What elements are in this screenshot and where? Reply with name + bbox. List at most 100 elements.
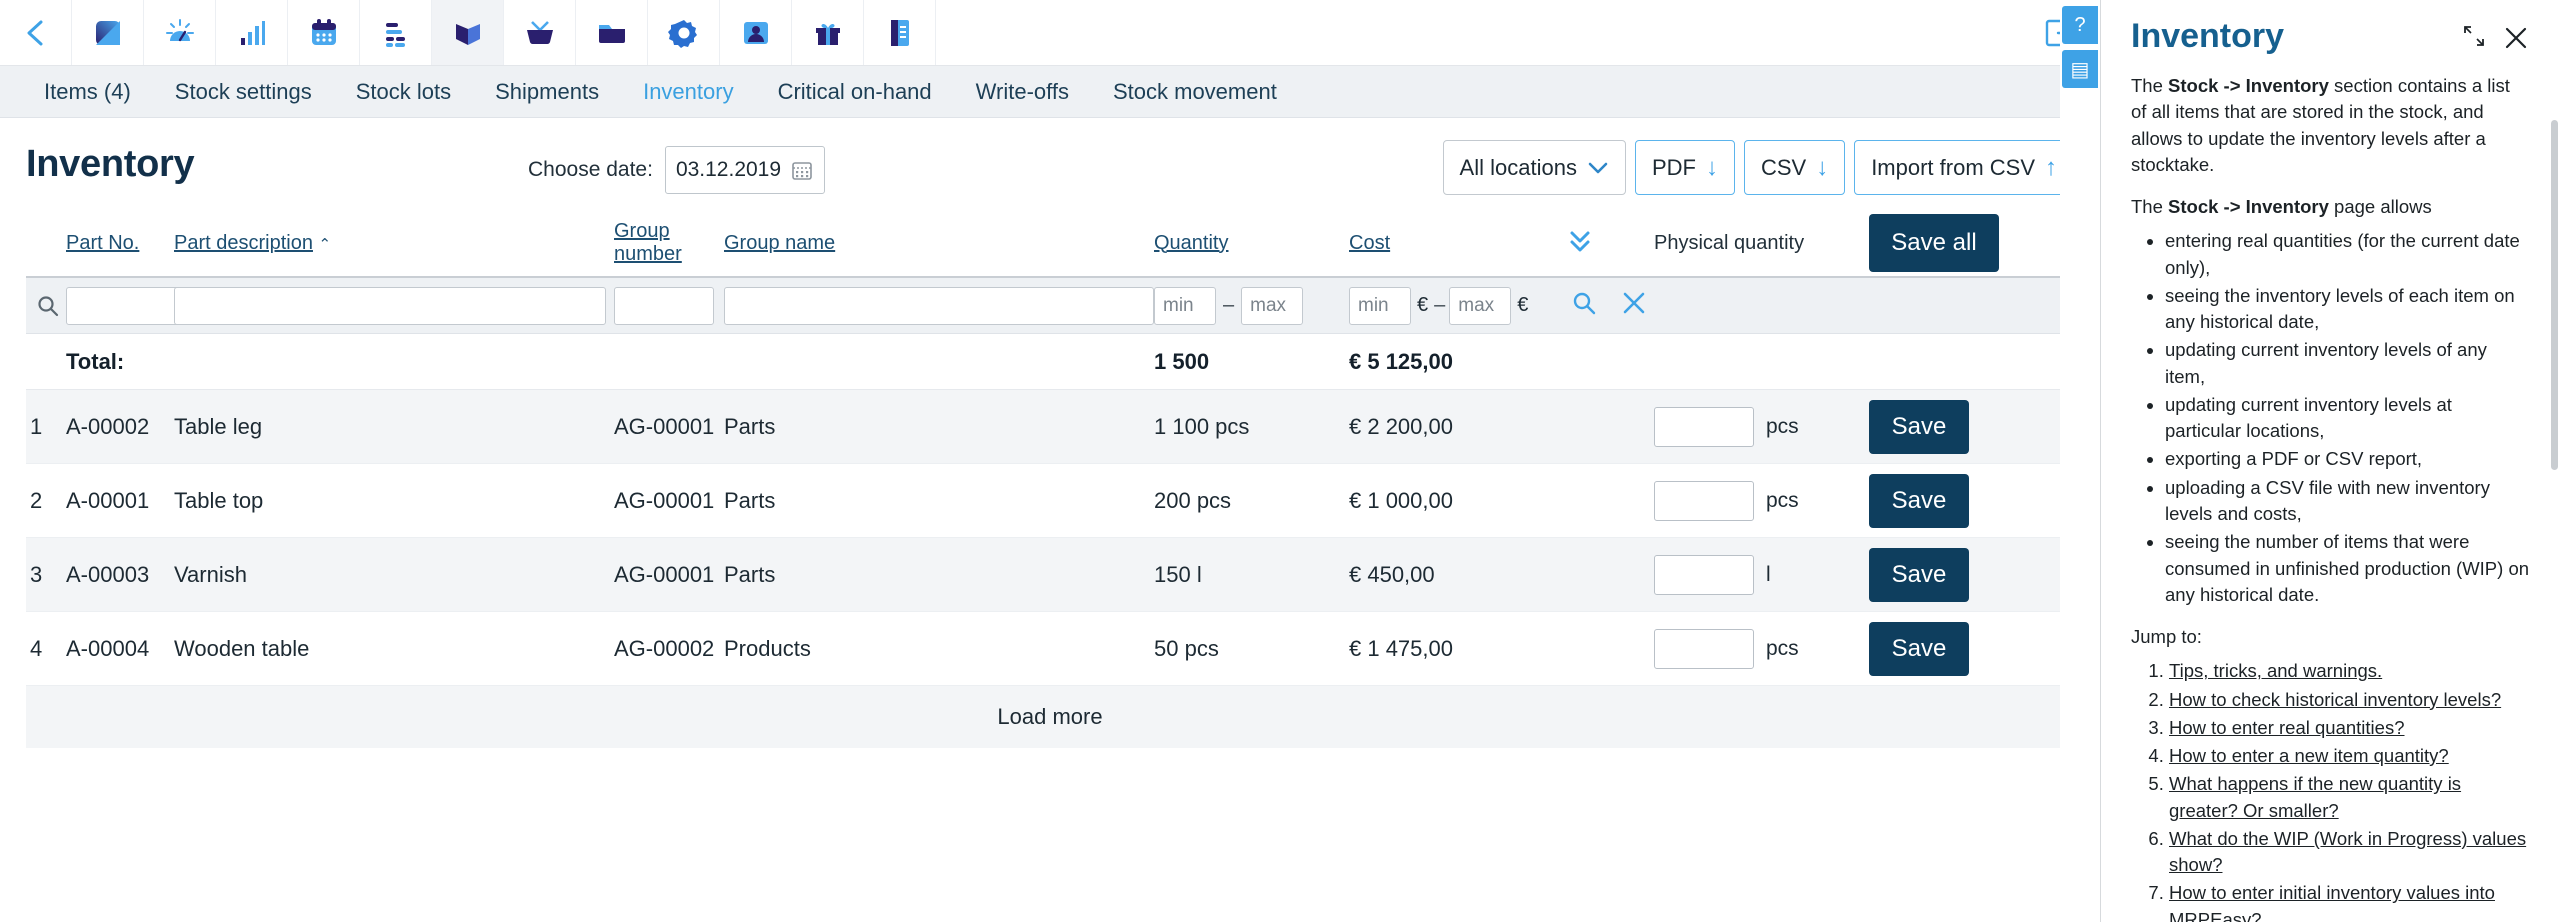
filter-quantity-min-input[interactable]: min [1154, 286, 1216, 325]
locations-dropdown[interactable]: All locations [1442, 140, 1626, 195]
close-help-button[interactable] [2502, 24, 2530, 57]
toolbar-item-stock[interactable] [432, 0, 504, 65]
help-panel: Inventory The Stock -> Inventory section… [2100, 0, 2560, 922]
tab-write-offs[interactable]: Write-offs [954, 66, 1091, 118]
help-scrollbar[interactable] [2551, 120, 2558, 470]
filter-group-name-input[interactable] [724, 286, 1154, 325]
save-row-button[interactable]: Save [1869, 547, 1969, 602]
jump-link[interactable]: How to check historical inventory levels… [2169, 689, 2501, 710]
table-row[interactable]: 1 A-00002 Table leg AG-00001 Parts 1 100… [26, 390, 2074, 464]
header-group-number[interactable]: Group number [614, 220, 724, 266]
physical-quantity-input[interactable] [1654, 628, 1754, 669]
toolbar-item-settings[interactable] [648, 0, 720, 65]
help-allows-pre: The [2131, 196, 2169, 218]
row-index: 4 [30, 635, 43, 661]
row-quantity: 50 pcs [1154, 635, 1219, 661]
header-part-no[interactable]: Part No. [66, 232, 174, 255]
row-group-number: AG-00001 [614, 561, 715, 587]
currency-symbol: € [1417, 294, 1429, 316]
jump-link[interactable]: What do the WIP (Work in Progress) value… [2169, 828, 2526, 875]
filter-group-name-cell [724, 286, 1154, 325]
toolbar-item-gift[interactable] [792, 0, 864, 65]
row-physical-cell: pcs [1654, 480, 1869, 521]
list-item[interactable]: How to enter a new item quantity? [2169, 743, 2530, 769]
bar-chart-icon [240, 20, 265, 45]
header-group-name[interactable]: Group name [724, 232, 1154, 255]
table-row[interactable]: 4 A-00004 Wooden table AG-00002 Products… [26, 612, 2074, 686]
toolbar-item-dashboard[interactable] [72, 0, 144, 65]
jump-link[interactable]: How to enter real quantities? [2169, 717, 2405, 738]
tab-stock-movement[interactable]: Stock movement [1091, 66, 1299, 118]
table-row[interactable]: 2 A-00001 Table top AG-00001 Parts 200 p… [26, 464, 2074, 538]
help-jump-list: Tips, tricks, and warnings. How to check… [2131, 658, 2530, 922]
toolbar-item-reports[interactable] [216, 0, 288, 65]
toolbar-item-purchase[interactable] [504, 0, 576, 65]
physical-quantity-input[interactable] [1654, 480, 1754, 521]
filter-part-description-input[interactable] [174, 286, 606, 325]
header-quantity[interactable]: Quantity [1154, 232, 1349, 255]
save-row-button[interactable]: Save [1869, 473, 1969, 528]
physical-quantity-input[interactable] [1654, 554, 1754, 595]
date-label: Choose date: [528, 158, 653, 181]
list-item[interactable]: How to enter initial inventory values in… [2169, 880, 2530, 922]
date-input[interactable]: 03.12.2019 [664, 146, 825, 194]
toolbar-item-calendar[interactable] [288, 0, 360, 65]
filter-quantity-max-input[interactable]: max [1241, 286, 1304, 325]
tab-items[interactable]: Items (4) [22, 66, 153, 118]
toolbar-item-crm[interactable] [720, 0, 792, 65]
import-csv-button[interactable]: Import from CSV ↑ [1854, 140, 2074, 195]
tab-shipments[interactable]: Shipments [473, 66, 621, 118]
date-value: 03.12.2019 [675, 158, 782, 181]
row-part-no: A-00001 [66, 487, 150, 513]
help-header: Inventory [2131, 17, 2530, 57]
help-tab[interactable]: ? [2062, 6, 2098, 44]
jump-link[interactable]: How to enter a new item quantity? [2169, 745, 2449, 766]
table-row[interactable]: 3 A-00003 Varnish AG-00001 Parts 150 l €… [26, 538, 2074, 612]
row-physical-cell: l [1654, 554, 1869, 595]
expand-button[interactable] [2462, 24, 2486, 53]
save-all-button[interactable]: Save all [1869, 214, 1999, 272]
row-group-name: Parts [724, 487, 776, 513]
list-item[interactable]: How to enter real quantities? [2169, 715, 2530, 741]
export-pdf-button[interactable]: PDF ↓ [1634, 140, 1735, 195]
list-item[interactable]: What do the WIP (Work in Progress) value… [2169, 826, 2530, 879]
tab-critical-on-hand[interactable]: Critical on-hand [756, 66, 954, 118]
physical-quantity-input[interactable] [1654, 406, 1754, 447]
filter-cost-max-input[interactable]: max [1449, 286, 1512, 325]
notes-tab[interactable]: ▤ [2062, 50, 2098, 88]
apply-filter-button[interactable] [1570, 289, 1598, 322]
filter-part-no-input[interactable] [66, 286, 188, 325]
list-item[interactable]: How to check historical inventory levels… [2169, 687, 2530, 713]
jump-link[interactable]: How to enter initial inventory values in… [2169, 882, 2495, 922]
toolbar-item-planning[interactable] [360, 0, 432, 65]
filter-group-number-input[interactable] [614, 286, 714, 325]
jump-link[interactable]: Tips, tricks, and warnings. [2169, 660, 2382, 681]
back-button[interactable] [0, 0, 72, 65]
save-row-button[interactable]: Save [1869, 621, 1969, 676]
header-wip-toggle[interactable] [1564, 224, 1654, 263]
tab-stock-lots[interactable]: Stock lots [334, 66, 473, 118]
calendar-icon[interactable] [790, 158, 814, 182]
list-item[interactable]: Tips, tricks, and warnings. [2169, 658, 2530, 684]
list-item: seeing the inventory levels of each item… [2165, 283, 2530, 336]
filter-cost-min-input[interactable]: min [1349, 286, 1411, 325]
app-window: Items (4) Stock settings Stock lots Ship… [0, 0, 2100, 922]
filter-search-toggle[interactable] [26, 293, 66, 319]
filter-quantity-cell: min – max [1154, 286, 1349, 325]
tab-inventory[interactable]: Inventory [621, 66, 756, 118]
chevron-left-icon [27, 20, 42, 45]
save-row-button[interactable]: Save [1869, 399, 1969, 454]
toolbar-item-files[interactable] [576, 0, 648, 65]
load-more-button[interactable]: Load more [26, 686, 2074, 748]
list-item[interactable]: What happens if the new quantity is grea… [2169, 771, 2530, 824]
jump-link[interactable]: What happens if the new quantity is grea… [2169, 773, 2461, 820]
export-csv-button[interactable]: CSV ↓ [1743, 140, 1846, 195]
header-cost[interactable]: Cost [1349, 232, 1564, 255]
tab-stock-settings[interactable]: Stock settings [153, 66, 334, 118]
header-part-description[interactable]: Part description ⌃ [174, 232, 614, 255]
toolbar-item-gauge[interactable] [144, 0, 216, 65]
expand-icon [2464, 26, 2484, 46]
toolbar-item-documents[interactable] [864, 0, 936, 65]
row-index: 1 [30, 413, 43, 439]
clear-filter-button[interactable] [1620, 289, 1648, 322]
